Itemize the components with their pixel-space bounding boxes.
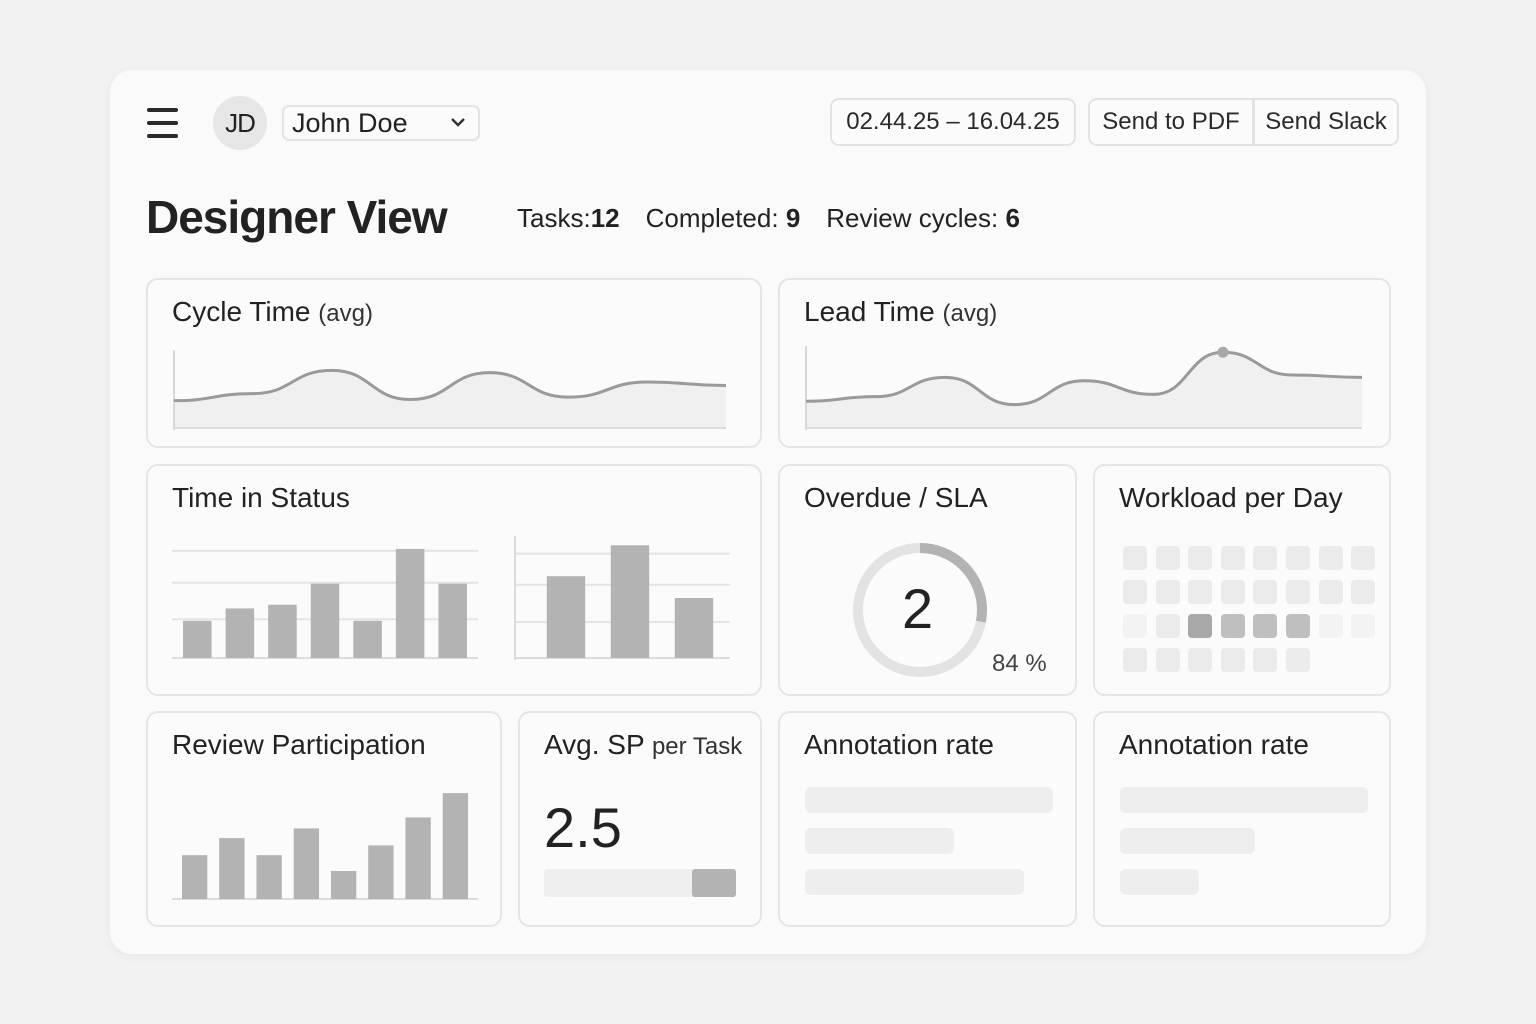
heatmap-cell: [1286, 580, 1310, 604]
heatmap-cell: [1220, 580, 1245, 604]
heatmap-cell: [1286, 648, 1310, 672]
review-participation-chart: [172, 793, 478, 900]
heatmap-cell: [1351, 580, 1376, 604]
user-name: John Doe: [292, 107, 408, 138]
heatmap-cell: [1188, 614, 1213, 638]
heatmap-cell: [1188, 648, 1213, 672]
heatmap-cell: [1220, 648, 1245, 672]
avg-sp-marker: [692, 869, 736, 897]
overdue-count: 2: [902, 577, 934, 640]
bar: [293, 828, 320, 899]
heatmap-cell: [1351, 614, 1376, 638]
stat-completed: Completed: 9: [645, 203, 801, 233]
overdue-sla-card[interactable]: Overdue / SLA 2 84 %: [778, 464, 1077, 696]
stat-tasks: Tasks:12: [517, 203, 620, 233]
time-in-status-chart-a: [172, 548, 478, 659]
chevron-down-icon: [451, 118, 465, 127]
annotation-rate-card-2[interactable]: Annotation rate: [1093, 711, 1391, 927]
heatmap-cell: [1318, 546, 1343, 570]
stats-row: Tasks:12 Completed: 9 Review cycles: 6: [517, 203, 1046, 234]
skeleton-line: [805, 828, 954, 854]
line-area: [806, 352, 1362, 428]
bar: [395, 548, 425, 658]
heatmap-cell: [1123, 580, 1147, 604]
skeleton-line: [805, 869, 1024, 895]
heatmap-cell: [1188, 580, 1213, 604]
workload-heatmap: [1123, 546, 1383, 676]
heatmap-cell: [1220, 546, 1245, 570]
heatmap-cell: [1253, 580, 1278, 604]
lead-time-chart: [805, 346, 1363, 430]
cycle-time-title: Cycle Time (avg): [172, 296, 373, 327]
heatmap-cell: [1286, 614, 1310, 638]
hamburger-menu-icon[interactable]: [147, 108, 179, 138]
bar: [225, 608, 255, 658]
overdue-sla-title: Overdue / SLA: [804, 482, 988, 513]
avg-sp-value: 2.5: [544, 796, 622, 859]
send-pdf-button[interactable]: Send to PDF: [1088, 98, 1254, 146]
bar: [310, 583, 340, 658]
bar: [368, 845, 394, 899]
skeleton-line: [1120, 828, 1255, 854]
avg-sp-title: Avg. SP per Task: [544, 729, 743, 760]
time-in-status-card[interactable]: Time in Status: [146, 464, 762, 696]
heatmap-cell: [1253, 546, 1278, 570]
bar: [256, 855, 282, 899]
heatmap-cell: [1155, 614, 1180, 638]
bar: [405, 817, 431, 899]
skeleton-line: [1120, 787, 1368, 813]
heatmap-cell: [1220, 614, 1245, 638]
annotation-rate-title-1: Annotation rate: [804, 729, 994, 760]
avatar[interactable]: JD: [213, 96, 267, 150]
cycle-time-chart: [173, 350, 727, 430]
send-slack-button[interactable]: Send Slack: [1253, 98, 1399, 146]
skeleton-line: [1120, 869, 1199, 895]
review-participation-title: Review Participation: [172, 729, 426, 760]
heatmap-cell: [1155, 648, 1180, 672]
lead-time-title: Lead Time (avg): [804, 296, 998, 327]
bar: [181, 855, 208, 899]
bar: [674, 598, 714, 658]
annotation-rate-card-1[interactable]: Annotation rate: [778, 711, 1077, 927]
stat-review-cycles: Review cycles: 6: [826, 203, 1020, 233]
time-in-status-title: Time in Status: [172, 482, 350, 513]
bar: [219, 838, 245, 899]
heatmap-cell: [1351, 546, 1376, 570]
heatmap-cell: [1188, 546, 1213, 570]
heatmap-cell: [1286, 546, 1310, 570]
heatmap-cell: [1253, 614, 1278, 638]
heatmap-cell: [1155, 580, 1180, 604]
heatmap-cell: [1123, 614, 1147, 638]
user-select[interactable]: John Doe: [282, 105, 480, 141]
annotation-rate-title-2: Annotation rate: [1119, 729, 1309, 760]
bar: [610, 545, 650, 658]
line-area: [174, 370, 726, 428]
heatmap-cell: [1253, 648, 1278, 672]
bar: [353, 620, 382, 658]
heatmap-cell: [1318, 614, 1343, 638]
workload-card[interactable]: Workload per Day: [1093, 464, 1391, 696]
skeleton-line: [805, 787, 1053, 813]
bar: [330, 871, 357, 899]
heatmap-cell: [1318, 580, 1343, 604]
heatmap-cell: [1123, 546, 1147, 570]
peak-point: [1217, 346, 1229, 358]
time-in-status-chart-b: [514, 536, 730, 660]
avg-sp-card[interactable]: Avg. SP per Task 2.5: [518, 711, 762, 927]
bar: [268, 604, 297, 658]
date-range-button[interactable]: 02.44.25 – 16.04.25: [830, 98, 1076, 146]
sla-percent: 84 %: [992, 650, 1047, 677]
heatmap-cell: [1123, 648, 1147, 672]
bar: [546, 576, 586, 658]
lead-time-card[interactable]: Lead Time (avg): [778, 278, 1391, 448]
bar: [438, 583, 467, 658]
bar: [183, 620, 212, 658]
avg-sp-track: [544, 869, 736, 897]
cycle-time-card[interactable]: Cycle Time (avg): [146, 278, 762, 448]
workload-title: Workload per Day: [1119, 482, 1343, 513]
bar: [442, 793, 469, 899]
heatmap-cell: [1155, 546, 1180, 570]
page-title: Designer View: [146, 191, 448, 243]
review-participation-card[interactable]: Review Participation: [146, 711, 502, 927]
